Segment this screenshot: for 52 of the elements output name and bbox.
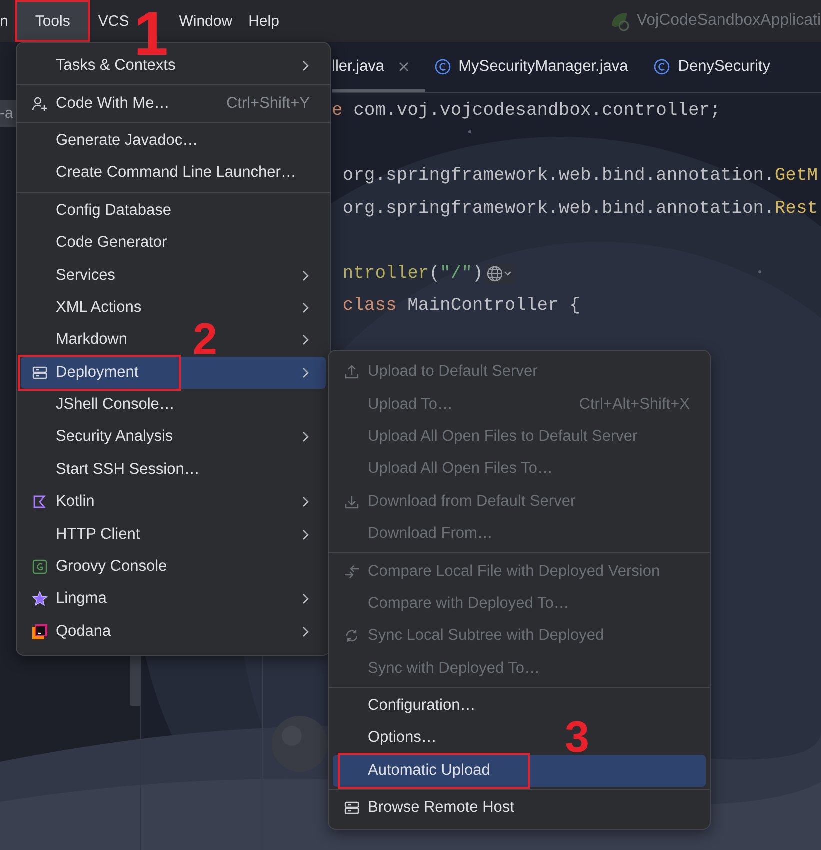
server-icon xyxy=(32,364,48,381)
code-line: org.springframework.web.bind.annotation.Rest xyxy=(342,198,818,219)
menu-item[interactable]: JShell Console… xyxy=(21,388,326,422)
menu-item[interactable]: HTTP Client xyxy=(21,518,326,551)
code-line: ntroller("/") xyxy=(342,264,484,284)
k-logo-icon xyxy=(32,494,48,510)
editor-tab[interactable]: ller.java xyxy=(332,42,425,92)
menu-bar-item[interactable]: Window xyxy=(171,0,241,42)
step-number: 2 xyxy=(193,324,218,357)
download-icon xyxy=(344,494,360,510)
menu-bar-item[interactable]: VCS xyxy=(90,0,134,42)
menu-item[interactable]: Code Generator xyxy=(21,226,326,260)
menu-item[interactable]: Configuration… xyxy=(333,690,706,722)
square-logo-icon xyxy=(32,624,48,640)
code-line: class MainController { xyxy=(342,296,580,316)
menu-item[interactable]: Config Database xyxy=(21,194,326,227)
server-icon xyxy=(344,800,360,816)
code-line: e com.voj.vojcodesandbox.controller; xyxy=(332,101,721,122)
step-number: 1 xyxy=(134,12,168,58)
menu-item[interactable]: Lingma xyxy=(21,583,326,616)
menu-bar-item[interactable]: Tools xyxy=(15,0,90,42)
close-icon[interactable] xyxy=(398,62,409,72)
menu-item[interactable]: Kotlin xyxy=(21,486,326,518)
globe-icon[interactable] xyxy=(485,264,516,284)
sync-icon xyxy=(344,628,360,644)
menu-item[interactable]: Security Analysis xyxy=(21,421,326,454)
star-logo-icon xyxy=(32,591,48,608)
menu-item[interactable]: Services xyxy=(21,259,326,292)
menu-bar-item[interactable]: n xyxy=(0,0,10,42)
menu-item[interactable]: Generate Javadoc… xyxy=(21,124,326,158)
menu-item[interactable]: Code With Me… Ctrl+Shift+Y xyxy=(21,87,326,120)
compare-arrows-icon xyxy=(344,564,360,580)
class-icon xyxy=(654,59,670,75)
step-number: 3 xyxy=(565,722,590,755)
editor-tab[interactable]: MySecurityManager.java xyxy=(424,42,644,92)
upload-icon xyxy=(344,364,360,380)
menu-item[interactable]: Automatic Upload xyxy=(333,754,706,788)
menu-item[interactable]: Qodana xyxy=(21,616,326,648)
menu-item[interactable]: Markdown 2 xyxy=(21,324,326,357)
menu-item[interactable]: Start SSH Session… xyxy=(21,454,326,486)
menu-item[interactable]: Groovy Console xyxy=(21,550,326,584)
editor-tab[interactable]: DenySecurity xyxy=(644,42,786,92)
menu-item[interactable]: Create Command Line Launcher… xyxy=(21,157,326,190)
menu-item[interactable]: Deployment xyxy=(21,356,326,389)
person-add-icon xyxy=(32,96,48,112)
menu-item[interactable]: XML Actions xyxy=(21,292,326,324)
class-icon xyxy=(434,59,451,75)
menu-bar-item[interactable]: Help xyxy=(240,0,288,42)
code-line: org.springframework.web.bind.annotation.GetM xyxy=(342,166,818,186)
square-logo-icon xyxy=(32,559,48,576)
panel-label[interactable]: -a xyxy=(0,100,18,127)
menu-item[interactable]: Options… 3 xyxy=(333,722,706,755)
